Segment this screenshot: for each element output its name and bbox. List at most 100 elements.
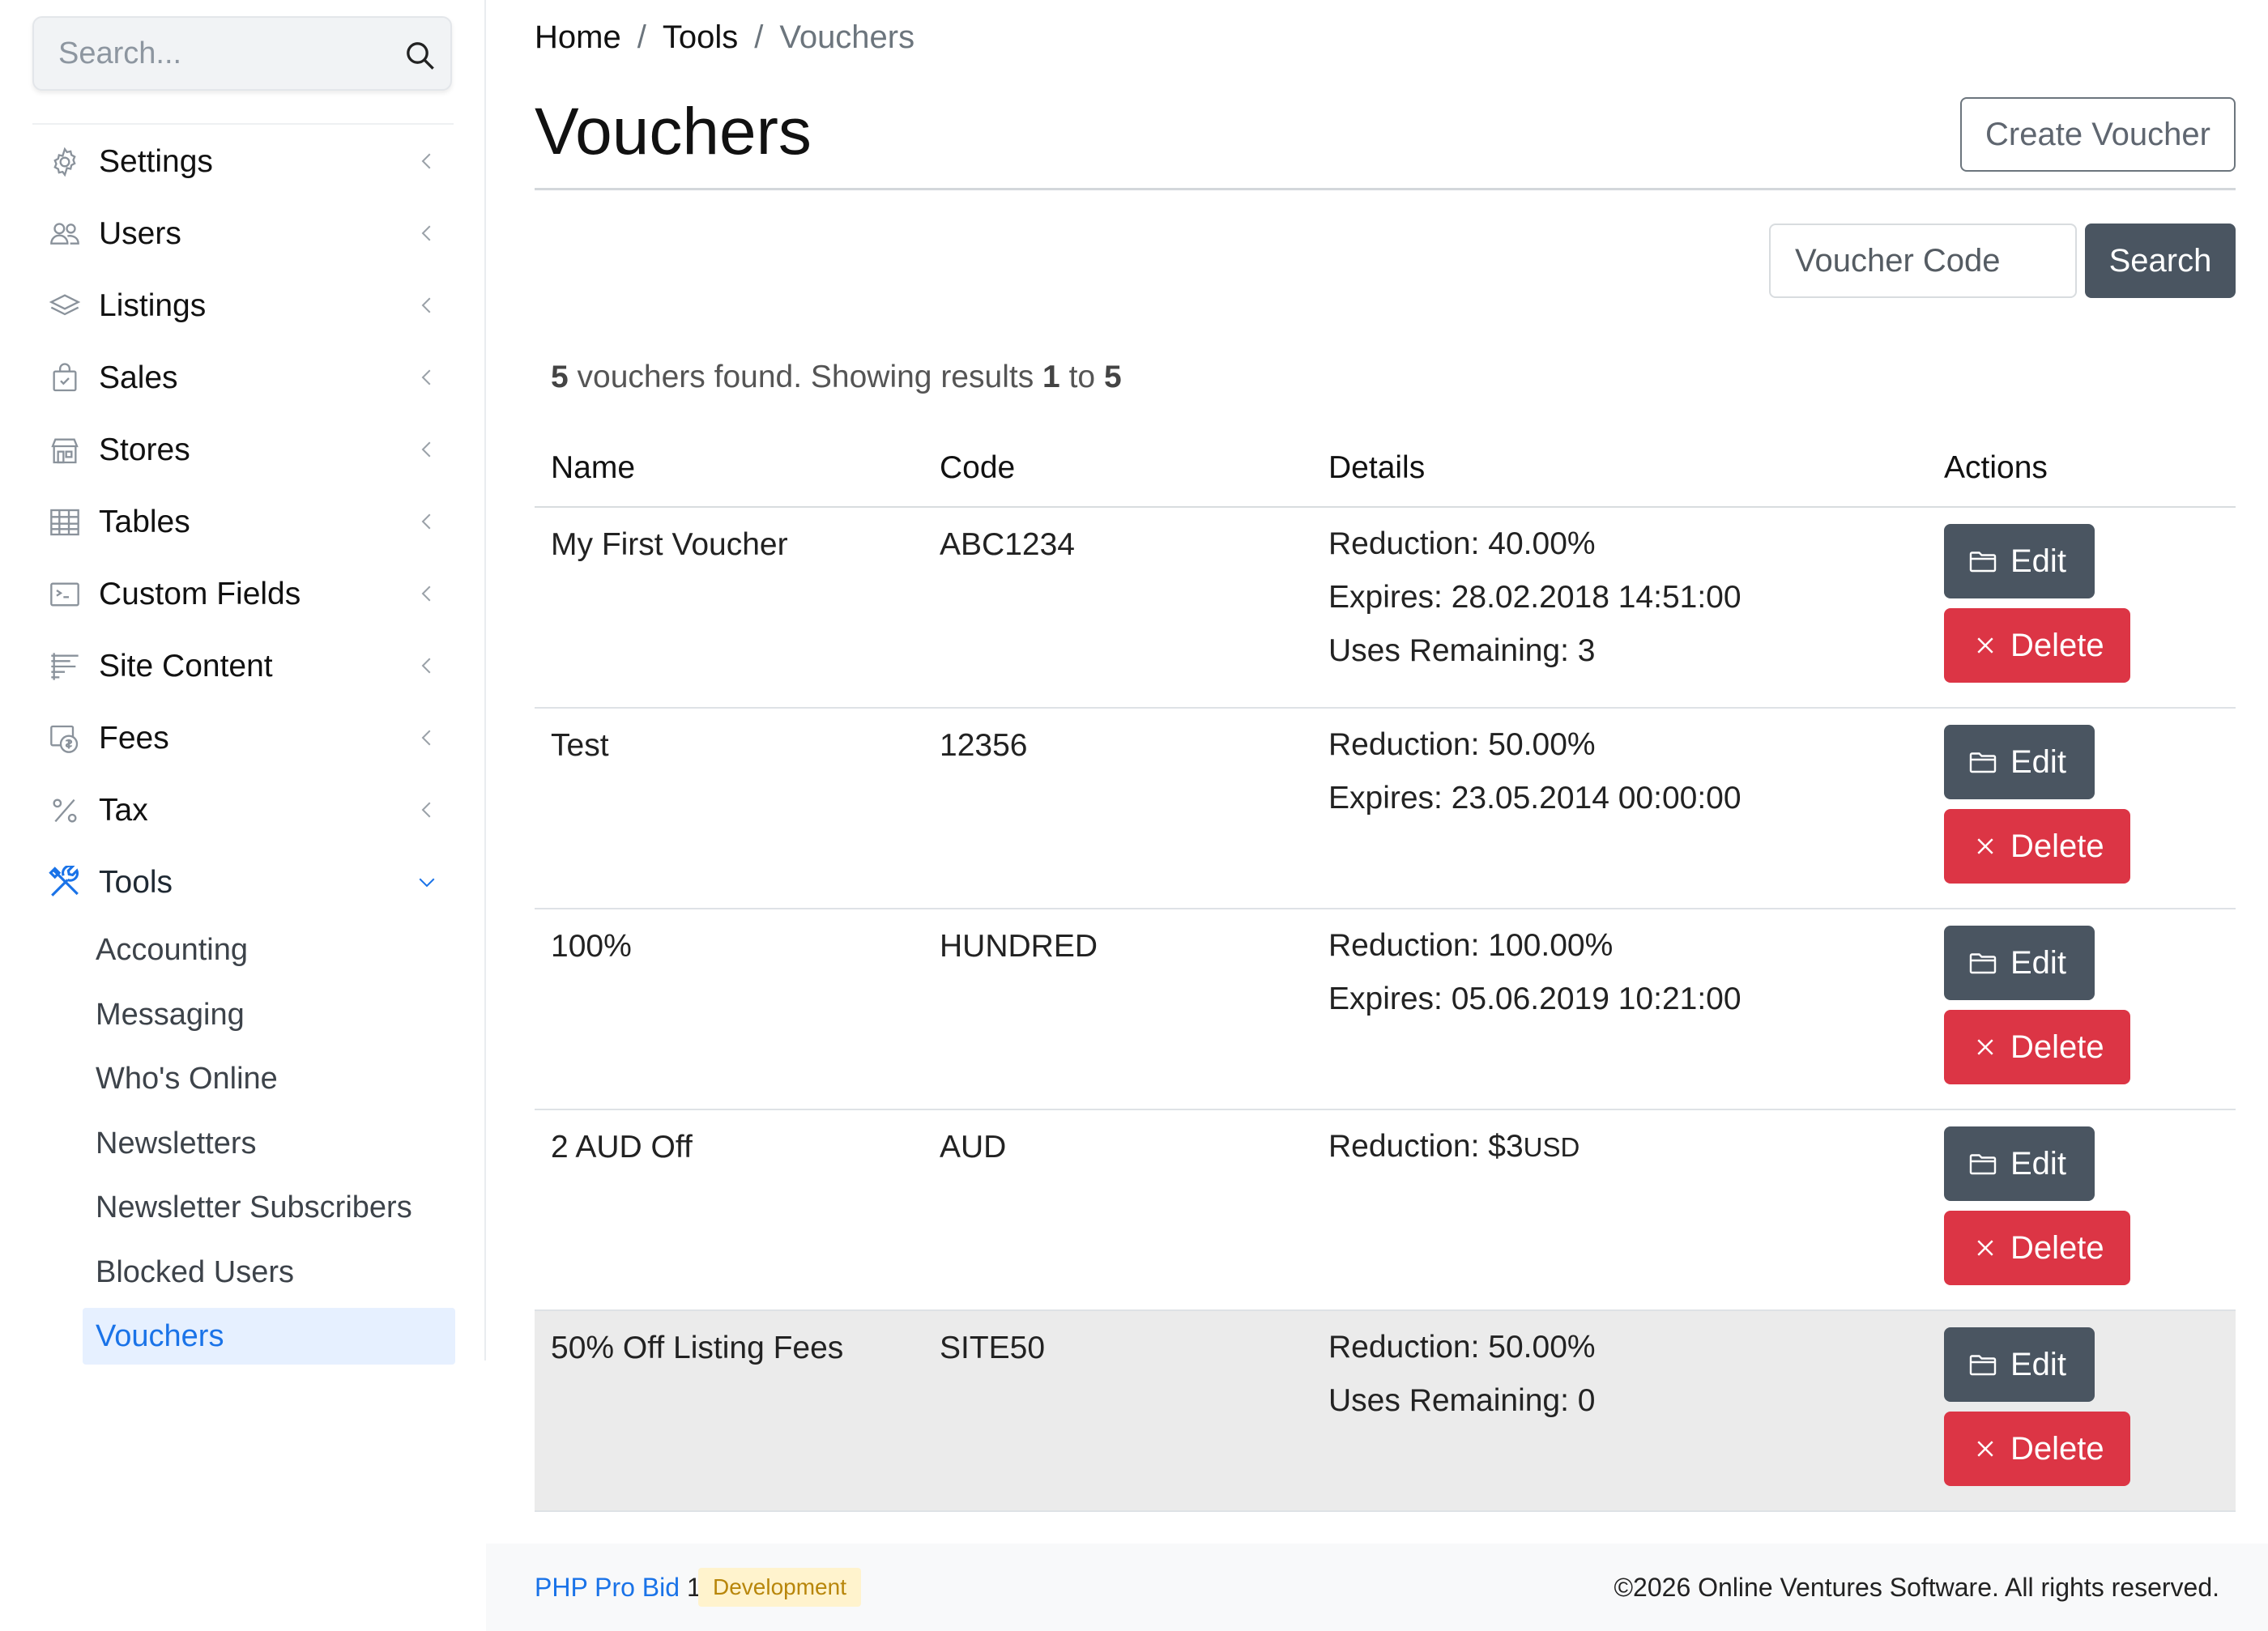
page-title: Vouchers: [535, 95, 812, 168]
sidebar-search-input[interactable]: [58, 18, 399, 89]
detail-uses-remaining: Uses Remaining: 3: [1328, 633, 1596, 668]
breadcrumb-tools[interactable]: Tools: [663, 19, 738, 55]
create-voucher-button[interactable]: Create Voucher: [1960, 97, 2236, 172]
sidebar-item-label: Listings: [99, 287, 207, 323]
sidebar-item-label: Users: [99, 215, 181, 251]
sidebar-item-label: Tools: [99, 864, 173, 900]
results-count: 5: [551, 360, 569, 394]
delete-label: Delete: [2010, 627, 2104, 663]
table-row: My First Voucher ABC1234 Reduction: 40.0…: [535, 507, 2236, 709]
edit-label: Edit: [2010, 1346, 2066, 1382]
sidebar-item-label: Settings: [99, 143, 213, 179]
voucher-name: 50% Off Listing Fees: [535, 1310, 923, 1512]
edit-button[interactable]: Edit: [1944, 524, 2095, 598]
sidebar-subitem-blocked-users[interactable]: Blocked Users: [32, 1241, 454, 1305]
voucher-actions: Edit Delete: [1944, 1310, 2236, 1512]
edit-label: Edit: [2010, 543, 2066, 579]
delete-button[interactable]: Delete: [1944, 608, 2130, 683]
chevron-down-icon: [419, 878, 435, 888]
sidebar-item-label: Site Content: [99, 648, 273, 683]
footer-brand-link[interactable]: PHP Pro Bid: [535, 1573, 680, 1602]
sidebar-item-fees[interactable]: Fees: [32, 702, 454, 774]
voucher-actions: Edit Delete: [1944, 507, 2236, 709]
sidebar-item-label: Sales: [99, 360, 178, 395]
sidebar-subitem-newsletters[interactable]: Newsletters: [32, 1112, 454, 1177]
sidebar-item-settings[interactable]: Settings: [32, 126, 454, 198]
delete-button[interactable]: Delete: [1944, 1211, 2130, 1285]
voucher-details: Reduction: 50.00% Uses Remaining: 0: [1312, 1310, 1944, 1512]
sidebar-item-sales[interactable]: Sales: [32, 342, 454, 414]
sidebar-item-stores[interactable]: Stores: [32, 414, 454, 486]
edit-label: Edit: [2010, 743, 2066, 780]
voucher-actions: Edit Delete: [1944, 708, 2236, 909]
users-icon: [47, 216, 83, 252]
search-icon[interactable]: [403, 39, 436, 71]
folder-icon: [1969, 551, 1997, 573]
edit-button[interactable]: Edit: [1944, 1126, 2095, 1201]
close-icon: [1977, 1240, 1993, 1256]
voucher-code-input[interactable]: [1769, 224, 2077, 298]
breadcrumb: Home / Tools / Vouchers: [535, 19, 914, 56]
sidebar-subitem-newsletter-subscribers[interactable]: Newsletter Subscribers: [32, 1176, 454, 1241]
sidebar-subitem-vouchers[interactable]: Vouchers: [83, 1308, 455, 1365]
tools-submenu: Accounting Messaging Who's Online Newsle…: [32, 918, 455, 1365]
edit-label: Edit: [2010, 944, 2066, 981]
table-row: 50% Off Listing Fees SITE50 Reduction: 5…: [535, 1310, 2236, 1512]
results-summary: 5 vouchers found. Showing results 1 to 5: [551, 360, 1122, 395]
edit-button[interactable]: Edit: [1944, 926, 2095, 1000]
sidebar-search: [32, 16, 452, 91]
sidebar-subitem-whos-online[interactable]: Who's Online: [32, 1047, 454, 1112]
delete-label: Delete: [2010, 1430, 2104, 1467]
breadcrumb-current: Vouchers: [779, 19, 915, 55]
layers-icon: [47, 288, 83, 324]
folder-icon: [1969, 1355, 1997, 1376]
column-header-actions: Actions: [1944, 429, 2236, 508]
delete-label: Delete: [2010, 1229, 2104, 1266]
folder-icon: [1969, 1154, 1997, 1175]
sidebar-item-listings[interactable]: Listings: [32, 270, 454, 342]
results-to: 5: [1103, 360, 1122, 394]
detail-reduction: Reduction: 40.00%: [1328, 526, 1596, 561]
sidebar-item-tax[interactable]: Tax: [32, 774, 454, 846]
voucher-code: 12356: [923, 708, 1312, 909]
sidebar-item-site-content[interactable]: Site Content: [32, 630, 454, 702]
breadcrumb-home[interactable]: Home: [535, 19, 621, 55]
delete-button[interactable]: Delete: [1944, 809, 2130, 884]
edit-label: Edit: [2010, 1145, 2066, 1182]
sidebar: Settings Users Listings Sales Stores Tab…: [0, 0, 486, 1365]
chevron-left-icon: [421, 369, 431, 385]
tools-icon: [47, 865, 83, 901]
sidebar-item-label: Tax: [99, 792, 148, 828]
voucher-details: Reduction: 100.00% Expires: 05.06.2019 1…: [1312, 909, 1944, 1110]
sidebar-subitem-accounting[interactable]: Accounting: [32, 918, 454, 983]
edit-button[interactable]: Edit: [1944, 725, 2095, 799]
fees-icon: [47, 721, 83, 756]
results-from: 1: [1042, 360, 1060, 394]
edit-button[interactable]: Edit: [1944, 1327, 2095, 1402]
chevron-left-icon: [421, 153, 431, 169]
detail-reduction: Reduction: 100.00%: [1328, 928, 1614, 963]
sidebar-item-tools[interactable]: Tools: [32, 846, 454, 918]
table-row: 100% HUNDRED Reduction: 100.00% Expires:…: [535, 909, 2236, 1110]
table-header-row: Name Code Details Actions: [535, 429, 2236, 508]
close-icon: [1977, 1039, 1993, 1055]
voucher-details: Reduction: 40.00% Expires: 28.02.2018 14…: [1312, 507, 1944, 709]
detail-reduction: Reduction: 50.00%: [1328, 1330, 1596, 1365]
store-icon: [47, 432, 83, 468]
detail-reduction: Reduction: 50.00%: [1328, 727, 1596, 762]
chevron-left-icon: [421, 658, 431, 674]
sidebar-subitem-messaging[interactable]: Messaging: [32, 983, 454, 1048]
delete-button[interactable]: Delete: [1944, 1412, 2130, 1486]
environment-badge: Development: [698, 1568, 861, 1607]
detail-uses-remaining: Uses Remaining: 0: [1328, 1383, 1596, 1418]
sidebar-item-tables[interactable]: Tables: [32, 486, 454, 558]
terminal-icon: [47, 577, 83, 612]
voucher-name: 100%: [535, 909, 923, 1110]
search-button[interactable]: Search: [2085, 224, 2236, 298]
results-to-word: to: [1059, 360, 1104, 394]
close-icon: [1977, 637, 1993, 654]
sidebar-item-custom-fields[interactable]: Custom Fields: [32, 558, 454, 630]
voucher-actions: Edit Delete: [1944, 909, 2236, 1110]
sidebar-item-users[interactable]: Users: [32, 198, 454, 270]
delete-button[interactable]: Delete: [1944, 1010, 2130, 1084]
